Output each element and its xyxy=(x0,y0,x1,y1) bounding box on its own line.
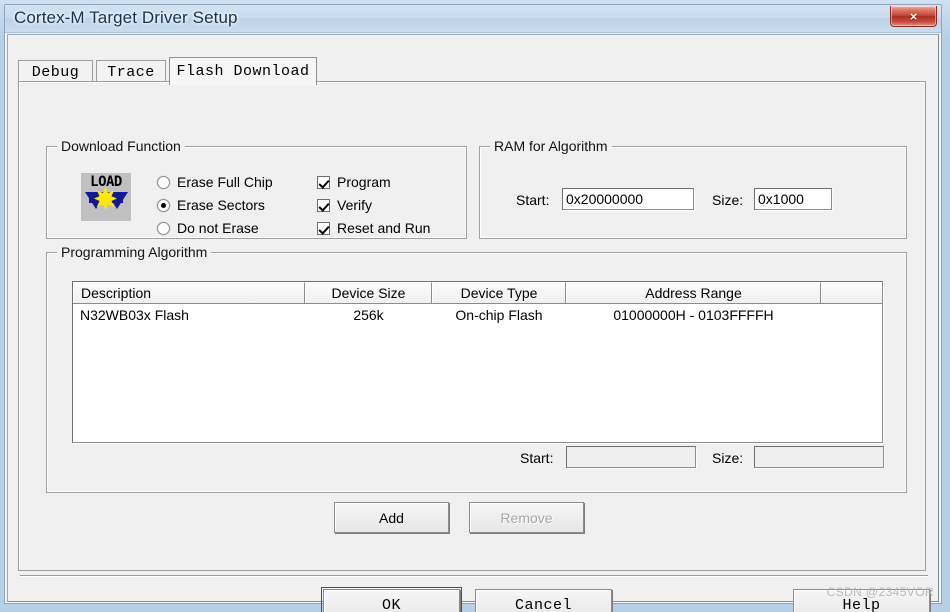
ok-button[interactable]: OK xyxy=(323,589,460,612)
radio-do-not-erase-label: Do not Erase xyxy=(177,220,259,236)
algorithm-list[interactable]: Description Device Size Device Type Addr… xyxy=(72,281,883,443)
checkbox-verify-indicator xyxy=(317,199,330,212)
add-button-label: Add xyxy=(379,510,404,526)
close-button[interactable]: × xyxy=(890,6,937,27)
ram-size-input[interactable]: 0x1000 xyxy=(754,188,832,210)
algorithm-start-label: Start: xyxy=(520,450,553,466)
column-header-device-size[interactable]: Device Size xyxy=(305,282,432,303)
load-icon: LOAD xyxy=(81,173,131,221)
tab-trace-label: Trace xyxy=(107,64,155,81)
ram-size-value: 0x1000 xyxy=(758,191,804,207)
column-header-device-type[interactable]: Device Type xyxy=(432,282,566,303)
remove-button: Remove xyxy=(469,502,584,533)
tab-flash-download-label: Flash Download xyxy=(176,63,309,80)
radio-erase-sectors-indicator xyxy=(157,199,170,212)
algorithm-start-input[interactable] xyxy=(566,446,696,468)
cancel-button-label: Cancel xyxy=(515,597,572,612)
ram-size-label: Size: xyxy=(712,192,743,208)
algorithm-size-label: Size: xyxy=(712,450,743,466)
radio-erase-full-chip[interactable]: Erase Full Chip xyxy=(157,174,273,190)
tab-panel-flash-download: Download Function LOAD Erase Full Chip xyxy=(18,81,926,571)
group-download-function: Download Function LOAD Erase Full Chip xyxy=(46,146,467,239)
cell-description: N32WB03x Flash xyxy=(73,307,305,323)
radio-do-not-erase-indicator xyxy=(157,222,170,235)
remove-button-label: Remove xyxy=(500,510,552,526)
load-icon-word: LOAD xyxy=(81,175,131,190)
cancel-button[interactable]: Cancel xyxy=(475,589,612,612)
radio-erase-sectors-label: Erase Sectors xyxy=(177,197,265,213)
group-ram-for-algorithm-title: RAM for Algorithm xyxy=(490,138,612,154)
ok-button-label: OK xyxy=(382,597,401,612)
table-row[interactable]: N32WB03x Flash 256k On-chip Flash 010000… xyxy=(73,304,882,326)
title-bar: Cortex-M Target Driver Setup × xyxy=(5,5,941,33)
ram-start-label: Start: xyxy=(516,192,549,208)
tab-debug-label: Debug xyxy=(32,64,80,81)
algorithm-size-input[interactable] xyxy=(754,446,884,468)
column-header-description[interactable]: Description xyxy=(73,282,305,303)
add-button[interactable]: Add xyxy=(334,502,449,533)
tab-debug[interactable]: Debug xyxy=(18,60,93,83)
group-ram-for-algorithm: RAM for Algorithm Start: 0x20000000 Size… xyxy=(479,146,907,239)
group-programming-algorithm-title: Programming Algorithm xyxy=(57,244,211,260)
checkbox-verify[interactable]: Verify xyxy=(317,197,372,213)
tab-trace[interactable]: Trace xyxy=(96,60,166,83)
dialog-client-area: Debug Trace Flash Download Download Func… xyxy=(7,34,939,602)
load-icon-star xyxy=(94,187,117,210)
checkbox-program-label: Program xyxy=(337,174,391,190)
checkbox-reset-and-run[interactable]: Reset and Run xyxy=(317,220,430,236)
ram-start-input[interactable]: 0x20000000 xyxy=(562,188,694,210)
checkbox-verify-label: Verify xyxy=(337,197,372,213)
cell-device-size: 256k xyxy=(305,307,432,323)
footer-separator xyxy=(20,575,928,577)
checkbox-program-indicator xyxy=(317,176,330,189)
column-header-filler xyxy=(821,282,882,303)
radio-erase-sectors[interactable]: Erase Sectors xyxy=(157,197,265,213)
checkbox-reset-and-run-indicator xyxy=(317,222,330,235)
radio-erase-full-chip-indicator xyxy=(157,176,170,189)
radio-erase-full-chip-label: Erase Full Chip xyxy=(177,174,273,190)
dialog-window: Cortex-M Target Driver Setup × Debug Tra… xyxy=(4,4,942,604)
help-button-label: Help xyxy=(842,597,880,612)
checkbox-program[interactable]: Program xyxy=(317,174,391,190)
checkbox-reset-and-run-label: Reset and Run xyxy=(337,220,430,236)
cell-device-type: On-chip Flash xyxy=(432,307,566,323)
close-icon: × xyxy=(910,10,918,23)
window-title: Cortex-M Target Driver Setup xyxy=(14,8,238,28)
help-button[interactable]: Help xyxy=(793,589,930,612)
algorithm-list-header: Description Device Size Device Type Addr… xyxy=(73,282,882,304)
tab-flash-download[interactable]: Flash Download xyxy=(169,57,317,85)
screen: Cortex-M Target Driver Setup × Debug Tra… xyxy=(0,0,950,612)
ram-start-value: 0x20000000 xyxy=(566,191,643,207)
tab-strip: Debug Trace Flash Download xyxy=(18,57,926,83)
group-programming-algorithm: Programming Algorithm Description Device… xyxy=(46,252,907,493)
cell-address-range: 01000000H - 0103FFFFH xyxy=(566,307,821,323)
radio-do-not-erase[interactable]: Do not Erase xyxy=(157,220,259,236)
group-download-function-title: Download Function xyxy=(57,138,185,154)
column-header-address-range[interactable]: Address Range xyxy=(566,282,821,303)
